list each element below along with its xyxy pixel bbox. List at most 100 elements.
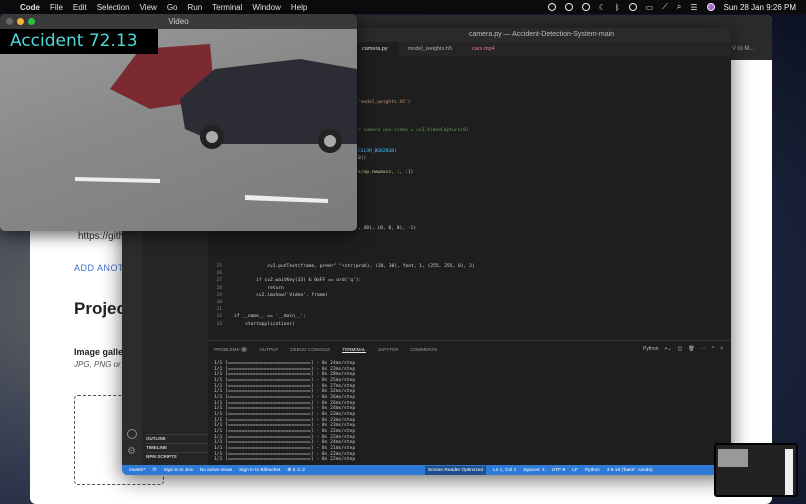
code-fragment: 0]) (358, 156, 367, 161)
section-heading: Projec (74, 299, 126, 318)
problems-status[interactable]: ⊗ 0 ⚠ 2 (287, 468, 305, 473)
bitbucket-status[interactable]: Sign in to Bitbucket (239, 468, 280, 473)
clock[interactable]: Sun 28 Jan 9:26 PM (724, 3, 797, 12)
code-line: if __name__ == '__main__': (234, 314, 306, 320)
code-line: startapplication() (234, 321, 295, 327)
step-time: 21ms (330, 445, 342, 451)
tab-cars-mp4[interactable]: cars.mp4 (462, 42, 505, 56)
menu-selection[interactable]: Selection (97, 3, 130, 12)
play-icon[interactable] (581, 3, 590, 11)
language-status[interactable]: Python (585, 468, 600, 473)
step-time: 23ms (330, 417, 342, 423)
tab-camera-py[interactable]: camera.py (352, 42, 398, 56)
step-time: 22ms (330, 428, 342, 434)
menu-terminal[interactable]: Terminal (212, 3, 242, 12)
url-field[interactable]: https://gith (78, 231, 124, 242)
tab-comments[interactable]: COMMENTS (411, 347, 438, 353)
tab-label: PROBLEMS (214, 347, 240, 352)
split-icon[interactable]: ◫ (678, 346, 683, 352)
status-bar: master* ⟳ Sign in to Jira No active issu… (122, 465, 731, 475)
code-line: cv2.putText(frame, pred+" "+str(prob), (… (234, 264, 475, 269)
code-fragment: s(np.newaxis, :, :]) (358, 170, 414, 175)
step-time: 24ms (330, 440, 342, 446)
record-icon[interactable] (547, 3, 556, 11)
code-line: if cv2.waitKey(33) & 0xFF == ord('q'): (234, 278, 362, 284)
search-icon[interactable]: ⌕ (677, 2, 681, 12)
line-number: 32 (216, 314, 222, 320)
menu-view[interactable]: View (140, 3, 157, 12)
wifi-off-icon[interactable]: ⟋ (662, 2, 668, 12)
line-number: 28 (216, 285, 222, 291)
browser-tab[interactable]: V to M... (732, 46, 754, 52)
step-time: 23ms (330, 423, 342, 429)
menu-app[interactable]: Code (20, 3, 40, 12)
step-time: 22ms (330, 457, 342, 463)
outline-section[interactable]: OUTLINE (146, 434, 208, 441)
problems-badge: 2 (240, 347, 248, 352)
step-time: 22ms (330, 451, 342, 457)
step-time: 24ms (330, 406, 342, 412)
telegram-icon[interactable] (564, 3, 573, 11)
menu-edit[interactable]: Edit (73, 3, 87, 12)
line-number: 31 (216, 307, 222, 313)
gallery-hint: JPG, PNG or G (74, 360, 130, 369)
add-terminal-icon[interactable]: +⌄ (665, 346, 672, 352)
tab-problems[interactable]: PROBLEMS 2 (214, 347, 248, 353)
encoding-status[interactable]: UTF-8 (552, 468, 566, 473)
menu-file[interactable]: File (50, 3, 63, 12)
thumbnail-video (718, 449, 748, 467)
video-titlebar: Video (0, 14, 357, 29)
siri-icon[interactable] (706, 3, 715, 11)
close-button[interactable] (6, 18, 13, 25)
moon-icon[interactable]: ☾ (599, 3, 606, 12)
zoom-button[interactable] (28, 18, 35, 25)
screenshot-thumbnail[interactable] (714, 443, 798, 497)
interpreter-status[interactable]: 3.9.16 ('base': conda) (607, 468, 653, 473)
jira-status[interactable]: Sign in to Jira (164, 468, 193, 473)
tab-debug-console[interactable]: DEBUG CONSOLE (290, 347, 330, 353)
code-line: cv2.imshow('Video', frame) (234, 292, 329, 298)
maximize-icon[interactable]: ^ (712, 346, 714, 352)
timeline-section[interactable]: TIMELINE (146, 443, 208, 450)
menu-run[interactable]: Run (187, 3, 202, 12)
minimize-button[interactable] (17, 18, 24, 25)
step-time: 25ms (330, 377, 342, 383)
line-number: 29 (216, 292, 222, 298)
step-time: 32ms (330, 389, 342, 395)
npm-scripts-section[interactable]: NPM SCRIPTS (146, 452, 208, 459)
line-number: 27 (216, 278, 222, 284)
bluetooth-icon[interactable]: ᛒ (615, 3, 620, 12)
menu-go[interactable]: Go (167, 3, 178, 12)
cursor-position[interactable]: Ln 1, Col 1 (493, 468, 516, 473)
line-number: 33 (216, 321, 222, 327)
close-icon[interactable]: × (720, 346, 723, 352)
terminal-profile[interactable]: Python (643, 346, 659, 352)
account-icon[interactable] (127, 429, 137, 439)
trash-icon[interactable]: 🗑 (688, 346, 694, 352)
menu-window[interactable]: Window (252, 3, 280, 12)
line-number: 25 (216, 264, 222, 269)
tab-model-weights[interactable]: model_weights.h5 (398, 42, 462, 56)
battery-icon[interactable]: ▭ (646, 3, 654, 12)
more-icon[interactable]: ··· (701, 346, 706, 352)
tab-terminal[interactable]: TERMINAL (342, 347, 366, 353)
sync-icon[interactable]: ⟳ (153, 468, 157, 473)
user-icon[interactable] (628, 3, 637, 11)
eol-status[interactable]: LF (572, 468, 578, 473)
tab-jupyter[interactable]: JUPYTER (378, 347, 399, 353)
issue-status[interactable]: No active issue (200, 468, 233, 473)
step-time: 24ms (330, 361, 342, 366)
control-center-icon[interactable]: ☰ (690, 3, 697, 12)
indent-status[interactable]: Spaces: 4 (523, 468, 544, 473)
thumbnail-browser (785, 449, 793, 495)
gear-icon[interactable]: ⚙ (127, 446, 136, 457)
step-time: 26ms (330, 400, 342, 406)
branch-status[interactable]: master* (129, 468, 146, 473)
tab-output[interactable]: OUTPUT (259, 347, 278, 353)
screen-reader-status[interactable]: Screen Reader Optimized (424, 465, 487, 475)
line-number: 30 (216, 300, 222, 305)
step-time: 27ms (330, 383, 342, 389)
menu-help[interactable]: Help (291, 3, 307, 12)
terminal-output[interactable]: 1/1 [==============================] - 0… (214, 361, 355, 463)
code-fragment: , 40), (0, 0, 0), -1) (358, 226, 417, 231)
